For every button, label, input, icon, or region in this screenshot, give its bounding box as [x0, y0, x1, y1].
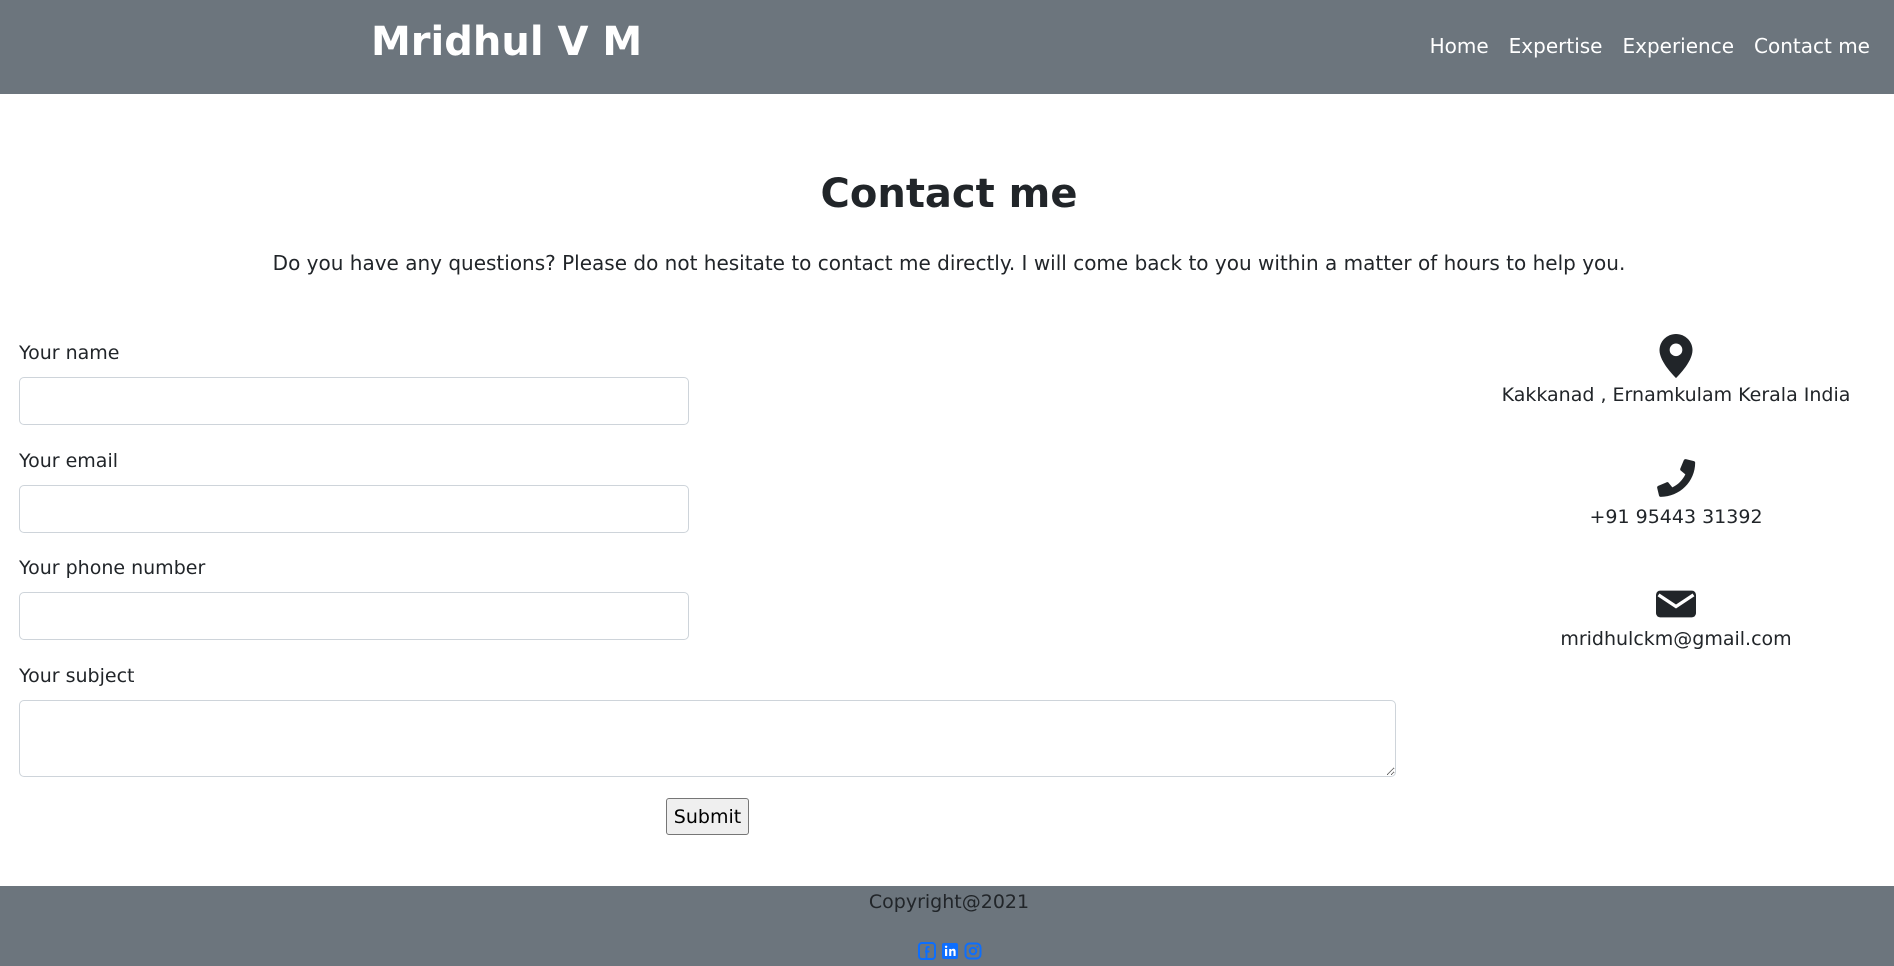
navbar: Mridhul V M Home Expertise Experience Co…	[0, 0, 1894, 94]
subject-textarea[interactable]	[19, 700, 1396, 777]
name-input[interactable]	[19, 377, 689, 425]
page-title: Contact me	[820, 171, 1078, 217]
name-label: Your name	[19, 342, 120, 364]
instagram-icon[interactable]	[964, 942, 982, 960]
email-label: Your email	[19, 450, 118, 472]
intro-text: Do you have any questions? Please do not…	[272, 251, 1626, 275]
phone-input[interactable]	[19, 592, 689, 640]
nav-contact-me[interactable]: Contact me	[1754, 31, 1870, 61]
envelope-icon	[1656, 590, 1696, 618]
map-marker-icon	[1659, 334, 1693, 378]
address-text: Kakkanad , Ernamkulam Kerala India	[1501, 384, 1851, 406]
phone-icon	[1657, 459, 1696, 497]
email-text[interactable]: mridhulckm@gmail.com	[1460, 625, 1892, 653]
facebook-icon[interactable]	[918, 942, 936, 960]
copyright-text: Copyright@2021	[868, 891, 1030, 913]
phone-text: +91 95443 31392	[1589, 506, 1763, 528]
linkedin-icon[interactable]	[941, 942, 959, 960]
nav-experience[interactable]: Experience	[1622, 31, 1734, 61]
brand-title[interactable]: Mridhul V M	[371, 18, 642, 66]
nav-links: Home Expertise Experience Contact me	[1410, 31, 1870, 61]
social-links	[918, 942, 987, 960]
nav-expertise[interactable]: Expertise	[1509, 31, 1603, 61]
submit-button[interactable]: Submit	[666, 798, 749, 835]
email-input[interactable]	[19, 485, 689, 533]
nav-home[interactable]: Home	[1430, 31, 1489, 61]
subject-label: Your subject	[19, 665, 135, 687]
footer: Copyright@2021	[0, 886, 1894, 966]
phone-label: Your phone number	[19, 557, 206, 579]
